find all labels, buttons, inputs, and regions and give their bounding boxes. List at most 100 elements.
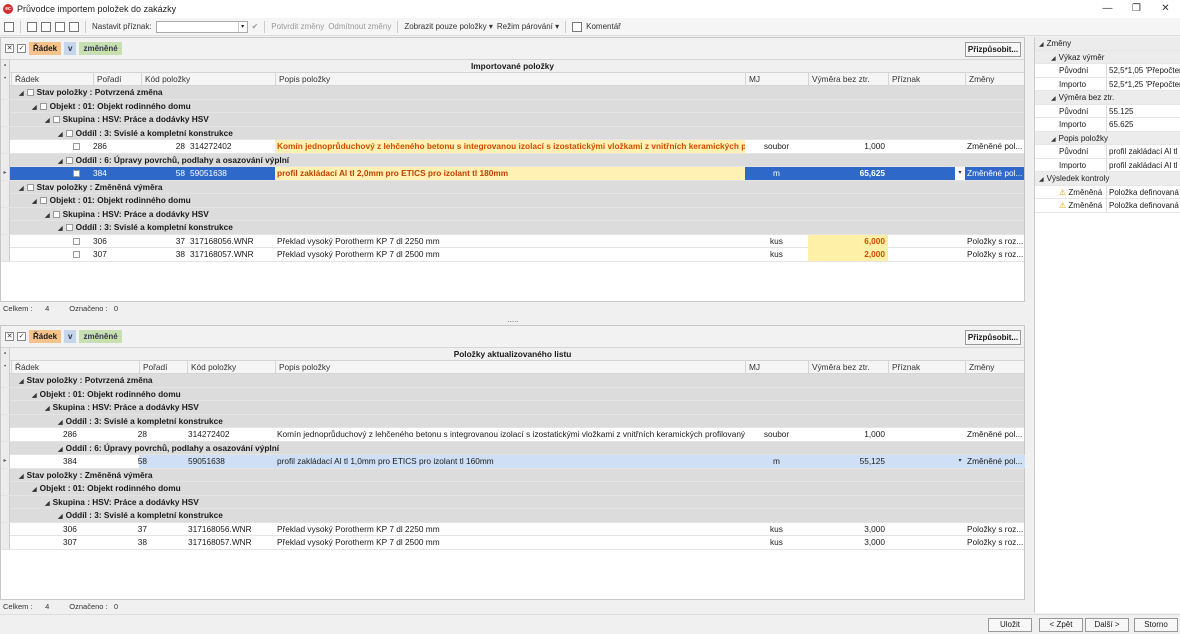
group-row[interactable]: ◢ Skupina : HSV: Práce a dodávky HSV [1, 495, 1024, 509]
table-row[interactable]: 307 38 317168057.WNR Překlad vysoký Porothe… [1, 536, 1024, 550]
description-header[interactable]: Popis položky [275, 361, 745, 374]
property-category[interactable]: ◢ Výkaz výměr [1035, 50, 1180, 64]
tree-icon[interactable] [4, 21, 14, 32]
group-row[interactable]: ◢ Oddíl : 3: Svislé a kompletní konstrukc… [1, 126, 1024, 140]
group-row[interactable]: ◢ Objekt : 01: Objekt rodinného domu [1, 99, 1024, 113]
collapse-triangle-icon[interactable]: ◢ [32, 105, 37, 111]
table-row[interactable]: 306 37 317168056.WNR Překlad vysoký Porothe… [1, 234, 1024, 248]
group-checkbox[interactable] [26, 183, 34, 191]
property-category[interactable]: ◢ Výsledek kontroly [1035, 172, 1180, 186]
table-row[interactable]: 306 37 317168056.WNR Překlad vysoký Porothe… [1, 522, 1024, 536]
property-category[interactable]: ◢ Výměra bez ztr. [1035, 91, 1180, 105]
row-checkbox[interactable] [73, 237, 80, 245]
group-row[interactable]: ◢ Objekt : 01: Objekt rodinného domu [1, 387, 1024, 401]
minimize-button[interactable]: — [1093, 0, 1122, 18]
property-row[interactable]: ⚠ Změněná Položka definovaná [1035, 185, 1180, 199]
row-header[interactable]: Řádek [11, 361, 139, 374]
collapse-triangle-icon[interactable]: ◢ [58, 514, 63, 520]
customize-button[interactable]: Přizpůsobit... [965, 330, 1021, 345]
filter-chip-row[interactable]: Řádek [29, 42, 62, 55]
comment-button[interactable]: Komentář [586, 22, 621, 31]
flag-dropdown-icon[interactable]: ▾ [955, 167, 965, 180]
collapse-triangle-icon[interactable]: ◢ [32, 199, 37, 205]
group-checkbox[interactable] [65, 156, 73, 164]
close-button[interactable]: ✕ [1151, 0, 1180, 18]
row-header[interactable]: Řádek [11, 73, 93, 86]
order-header[interactable]: Pořadí [139, 361, 187, 374]
collapse-triangle-icon[interactable]: ◢ [19, 474, 24, 480]
property-row[interactable]: Původní 52,5*1,05 'Přepočten [1035, 64, 1180, 78]
group-row[interactable]: ◢ Objekt : 01: Objekt rodinného domu [1, 194, 1024, 208]
group-checkbox[interactable] [26, 89, 34, 97]
pairing-mode-dropdown[interactable]: Režim párování ▾ [497, 22, 559, 31]
collapse-triangle-icon[interactable]: ◢ [1051, 137, 1056, 143]
row-checkbox[interactable] [73, 251, 80, 258]
table-row[interactable]: 286 28 314272402 Komín jednoprůduchový z le… [1, 140, 1024, 154]
cancel-button[interactable]: Storno [1134, 618, 1178, 632]
collapse-triangle-icon[interactable]: ◢ [1039, 42, 1044, 48]
table-row[interactable]: 286 28 314272402 Komín jednoprůduchový z le… [1, 428, 1024, 442]
check-all-icon[interactable] [55, 21, 65, 32]
row-checkbox[interactable] [73, 170, 80, 177]
property-row[interactable]: Importo 65.625 [1035, 118, 1180, 132]
clear-filter-icon[interactable]: ✕ [5, 332, 14, 341]
collapse-triangle-icon[interactable]: ◢ [19, 91, 24, 97]
reject-changes-button[interactable]: Odmítnout změny [328, 22, 391, 31]
group-checkbox[interactable] [39, 197, 47, 205]
mj-header[interactable]: MJ [745, 73, 808, 86]
grid-icon[interactable] [27, 21, 37, 32]
order-header[interactable]: Pořadí [93, 73, 141, 86]
group-checkbox[interactable] [39, 102, 47, 110]
filter-chip-changed[interactable]: změněné [79, 330, 122, 343]
collapse-triangle-icon[interactable]: ◢ [45, 118, 50, 124]
collapse-triangle-icon[interactable]: ◢ [45, 406, 50, 412]
flag-header[interactable]: Příznak [888, 73, 965, 86]
next-button[interactable]: Další > [1085, 618, 1129, 632]
collapse-triangle-icon[interactable]: ◢ [58, 447, 63, 453]
property-row[interactable]: Původní 55.125 [1035, 104, 1180, 118]
filter-chip-operator[interactable]: v [64, 42, 77, 55]
collapse-triangle-icon[interactable]: ◢ [1039, 177, 1044, 183]
group-checkbox[interactable] [65, 224, 73, 232]
group-checkbox[interactable] [52, 210, 60, 218]
group-row[interactable]: ◢ Stav položky : Potvrzená změna [1, 374, 1024, 388]
collapse-triangle-icon[interactable]: ◢ [58, 132, 63, 138]
confirm-changes-button[interactable]: Potvrdit změny [271, 22, 324, 31]
collapse-triangle-icon[interactable]: ◢ [32, 487, 37, 493]
code-header[interactable]: Kód položky [141, 73, 275, 86]
quantity-header[interactable]: Výměra bez ztr. [808, 73, 888, 86]
group-row[interactable]: ◢ Oddíl : 6: Úpravy povrchů, podlahy a os… [1, 441, 1024, 455]
filter-chip-changed[interactable]: změněné [79, 42, 122, 55]
table-row[interactable]: ▸ 384 58 59051638 profil zakládací Al tl 1,0… [1, 455, 1025, 469]
property-category[interactable]: ◢ Popis položky [1035, 131, 1180, 145]
code-header[interactable]: Kód položky [187, 361, 275, 374]
filter-enabled-checkbox[interactable]: ✓ [17, 44, 26, 53]
clear-filter-icon[interactable]: ✕ [5, 44, 14, 53]
quantity-header[interactable]: Výměra bez ztr. [808, 361, 888, 374]
collapse-triangle-icon[interactable]: ◢ [1051, 96, 1056, 102]
collapse-triangle-icon[interactable]: ◢ [58, 226, 63, 232]
show-only-dropdown[interactable]: Zobrazit pouze položky ▾ [404, 22, 493, 31]
uncheck-all-icon[interactable] [69, 21, 79, 32]
group-row[interactable]: ◢ Objekt : 01: Objekt rodinného domu [1, 482, 1024, 496]
filter-chip-row[interactable]: Řádek [29, 330, 62, 343]
collapse-triangle-icon[interactable]: ◢ [19, 379, 24, 385]
group-row[interactable]: ◢ Oddíl : 3: Svislé a kompletní konstrukc… [1, 414, 1024, 428]
row-checkbox[interactable] [73, 143, 80, 150]
group-row[interactable]: ◢ Stav položky : Změněná výměra [1, 468, 1024, 482]
back-button[interactable]: < Zpět [1039, 618, 1083, 632]
save-button[interactable]: Uložit [988, 618, 1032, 632]
group-row[interactable]: ◢ Skupina : HSV: Práce a dodávky HSV [1, 113, 1024, 127]
property-row[interactable]: Importo 52,5*1,25 'Přepočten [1035, 77, 1180, 91]
table-row[interactable]: ▸ 384 58 59051638 profil zakládací Al tl 2,0… [1, 167, 1024, 181]
table-row[interactable]: 307 38 317168057.WNR Překlad vysoký Porothe… [1, 248, 1024, 262]
collapse-triangle-icon[interactable]: ◢ [45, 501, 50, 507]
flag-combo[interactable]: ▾ [155, 20, 248, 33]
group-row[interactable]: ◢ Skupina : HSV: Práce a dodávky HSV [1, 207, 1024, 221]
maximize-button[interactable]: ❐ [1122, 0, 1151, 18]
group-row[interactable]: ◢ Stav položky : Změněná výměra [1, 180, 1024, 194]
collapse-triangle-icon[interactable]: ◢ [58, 159, 63, 165]
property-category[interactable]: ◢ Změny [1035, 37, 1180, 51]
panel-splitter[interactable]: ..... [505, 315, 521, 324]
group-row[interactable]: ◢ Oddíl : 3: Svislé a kompletní konstrukc… [1, 509, 1024, 523]
